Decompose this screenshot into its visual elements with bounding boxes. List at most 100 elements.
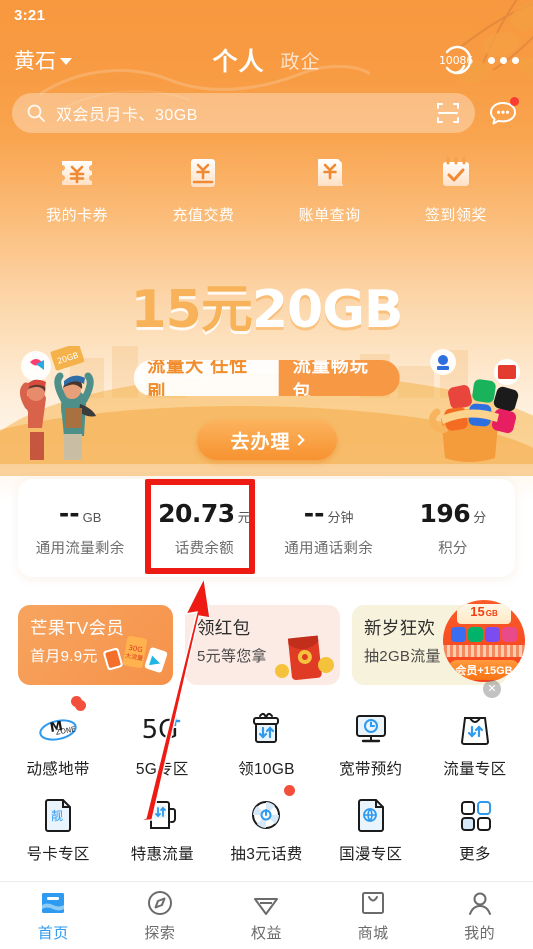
grid-item-label: 号卡专区 (26, 846, 90, 863)
hotline-button[interactable]: 10086 (436, 42, 476, 78)
grid-more-icon (460, 801, 491, 831)
bottom-navigation: 首页 探索 权益 商城 我的 (0, 881, 533, 949)
grid-item-get10gb[interactable]: 领10GB (214, 700, 318, 779)
nav-item-home[interactable]: 首页 (0, 888, 107, 943)
balance-value-group: 196 分 (420, 499, 487, 528)
balance-label: 通用流量剩余 (35, 540, 125, 557)
app-icon-3 (485, 627, 500, 642)
mango-tv-phone-icon: 30G 大流量 (103, 635, 168, 673)
floating-ad-amount: 15 GB (457, 604, 511, 624)
grid-item-label: 动感地带 (26, 761, 90, 778)
top-navigation: 黄石 个人 政企 10086 (0, 36, 533, 84)
floating-ad[interactable]: 15 GB 会员+15GB (443, 600, 525, 682)
balance-label: 话费余额 (174, 540, 234, 557)
balance-cell-points[interactable]: 196 分 积分 (391, 499, 515, 558)
nav-item-label: 首页 (37, 925, 69, 942)
app-shortcut-grid: M ZONE 动感地带 5G 5G专区 领10GB 宽带预约 流量专区 靓 号卡… (0, 700, 533, 864)
grid-item-label: 国漫专区 (339, 846, 403, 863)
grid-item-mzone[interactable]: M ZONE 动感地带 (6, 700, 110, 779)
banner-pill-left: 流量大 任性刷 (133, 360, 279, 396)
quick-action-label: 账单查询 (298, 207, 361, 224)
city-selector[interactable]: 黄石 (14, 45, 72, 75)
grid-item-sim-zone[interactable]: 靓 号卡专区 (6, 785, 110, 864)
grid-item-broadband[interactable]: 宽带预约 (319, 700, 423, 779)
balance-unit: GB (82, 509, 102, 525)
floating-ad-unit: GB (485, 609, 498, 618)
app-icon-2 (468, 627, 483, 642)
compass-icon (147, 891, 172, 915)
gift-box-icon (253, 712, 280, 743)
balance-label: 通用通话剩余 (284, 540, 374, 557)
banner-data: 20GB (251, 280, 404, 340)
balance-value: -- (303, 498, 325, 528)
svg-text:靓: 靓 (51, 809, 63, 823)
grid-item-5g[interactable]: 5G 5G专区 (110, 700, 214, 779)
grid-item-label: 流量专区 (443, 761, 507, 778)
checkin-calendar-icon (442, 156, 469, 186)
app-bucket-illustration (428, 349, 520, 462)
balance-value-group: -- GB (59, 499, 102, 528)
person-icon (468, 892, 491, 915)
quick-action-label: 我的卡券 (46, 207, 109, 224)
balance-cell-data[interactable]: -- GB 通用流量剩余 (18, 499, 142, 558)
svg-text:5G: 5G (142, 715, 179, 745)
banner-price: 15元 (130, 280, 252, 340)
nav-item-label: 商城 (357, 925, 389, 942)
red-envelope-icon (275, 635, 334, 681)
recharge-icon (191, 159, 216, 187)
chat-button[interactable] (485, 95, 521, 131)
nav-item-mall[interactable]: 商城 (320, 888, 427, 943)
quick-action-recharge[interactable]: 充值交费 (155, 150, 251, 225)
dot-2 (500, 56, 507, 64)
5g-plus-icon: 5G (142, 715, 181, 745)
banner-cta-button[interactable]: 去办理 (196, 420, 337, 460)
celebrating-people-illustration: 20GB (19, 346, 96, 460)
nav-item-label: 权益 (250, 925, 282, 942)
hotline-label: 10086 (439, 53, 473, 67)
quick-action-checkin[interactable]: 签到领奖 (408, 150, 504, 225)
tab-personal[interactable]: 个人 (212, 42, 264, 78)
search-row: 双会员月卡、30GB (0, 90, 533, 136)
grid-item-label: 抽3元话费 (230, 846, 303, 863)
chat-unread-badge (510, 97, 519, 106)
search-value: 双会员月卡、30GB (56, 107, 198, 124)
banner-pills: 流量大 任性刷 流量畅玩包 (133, 360, 400, 396)
nav-item-mine[interactable]: 我的 (426, 888, 533, 943)
grid-item-lucky-draw[interactable]: 抽3元话费 (214, 785, 318, 864)
bill-query-icon (317, 159, 343, 186)
grid-item-special-data[interactable]: 特惠流量 (110, 785, 214, 864)
grid-item-anime-zone[interactable]: 国漫专区 (319, 785, 423, 864)
dot-1 (488, 56, 495, 64)
diamond-icon (254, 898, 279, 915)
nav-item-explore[interactable]: 探索 (107, 888, 214, 943)
promo-card-mango[interactable]: 芒果TV会员 首月9.9元 30G 大流量 (18, 605, 173, 685)
promo-banner[interactable]: 15元20GB 流量大 任性刷 流量畅玩包 去办理 20GB (0, 272, 533, 482)
lucky-wheel-icon (252, 801, 281, 829)
grid-item-more[interactable]: 更多 (423, 785, 527, 864)
status-bar: 3:21 (0, 0, 533, 30)
balance-unit: 分 (473, 509, 487, 525)
nav-right-actions: 10086 (436, 42, 519, 78)
promo-card-redpacket[interactable]: 领红包 5元等您拿 (185, 605, 340, 685)
nav-item-benefits[interactable]: 权益 (213, 888, 320, 943)
tab-enterprise[interactable]: 政企 (281, 47, 321, 74)
grid-item-label: 宽带预约 (339, 761, 403, 778)
close-icon[interactable]: ✕ (483, 680, 501, 698)
balance-value-group: -- 分钟 (304, 499, 354, 528)
balance-cell-voice[interactable]: -- 分钟 通用通话剩余 (267, 499, 391, 558)
mzone-logo-icon: M ZONE (39, 719, 77, 741)
balance-unit: 分钟 (327, 509, 354, 525)
balance-cell-money[interactable]: 20.73 元 话费余额 (142, 499, 266, 558)
banner-title: 15元20GB (0, 284, 533, 336)
dot-3 (512, 56, 519, 64)
quick-action-my-coupons[interactable]: 我的卡券 (29, 150, 125, 225)
more-dots-icon[interactable] (488, 56, 519, 64)
scan-button[interactable] (435, 100, 461, 126)
app-icon-1 (451, 627, 466, 642)
search-input[interactable]: 双会员月卡、30GB (12, 93, 475, 133)
grid-item-data-zone[interactable]: 流量专区 (423, 700, 527, 779)
coupon-ticket-icon (62, 161, 93, 185)
quick-action-bill-query[interactable]: 账单查询 (282, 150, 378, 225)
sim-card-icon: 靓 (45, 799, 72, 832)
nav-item-label: 我的 (464, 925, 496, 942)
